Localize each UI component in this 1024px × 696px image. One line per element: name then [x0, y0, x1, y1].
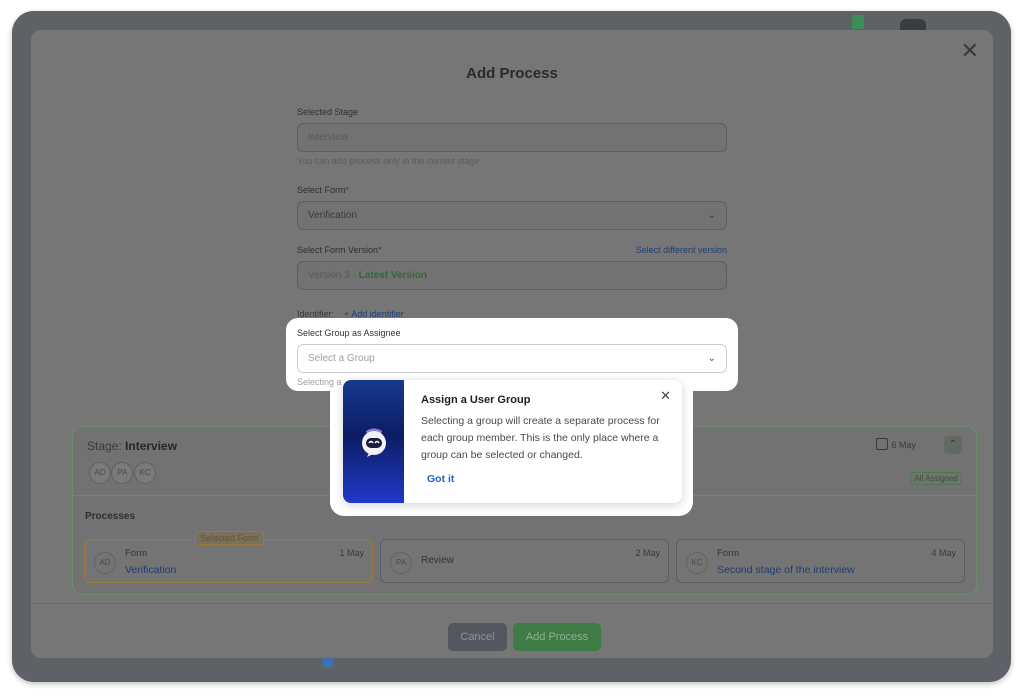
stage-title: Stage: Interview	[87, 439, 178, 453]
chevron-down-icon: ⌄	[707, 353, 716, 364]
popover-illustration	[343, 380, 404, 503]
close-icon[interactable]: ✕	[961, 40, 979, 62]
modal-title: Add Process	[466, 65, 558, 82]
form-version-field: Version 3 · Latest Version	[297, 261, 727, 290]
selected-stage-field: Interview	[297, 123, 727, 152]
group-select-placeholder: Select a Group	[308, 353, 375, 364]
selected-stage-hint: You can add process only in the current …	[297, 156, 480, 166]
process-name: Second stage of the interview	[717, 564, 855, 576]
select-different-version-link[interactable]: Select different version	[636, 245, 727, 255]
avatar: KC	[133, 462, 156, 484]
processes-label: Processes	[85, 511, 136, 522]
selected-stage-label: Selected Stage	[297, 107, 359, 117]
selected-stage-value: Interview	[308, 132, 349, 143]
got-it-button[interactable]: Got it	[427, 473, 454, 485]
close-icon[interactable]: ✕	[660, 388, 671, 404]
add-process-button[interactable]: Add Process	[513, 623, 601, 651]
avatar: PA	[111, 462, 134, 484]
cancel-button[interactable]: Cancel	[448, 623, 507, 651]
group-select-dropdown[interactable]: Select a Group ⌄	[297, 344, 727, 373]
stage-avatars: AD PA KC	[89, 462, 156, 484]
robot-icon	[362, 428, 386, 457]
process-type: Form	[125, 548, 148, 559]
process-card[interactable]: KC Form Second stage of the interview 4 …	[676, 539, 965, 583]
notification-icon	[852, 15, 864, 29]
group-assignee-label: Select Group as Assignee	[297, 328, 401, 338]
process-date: 4 May	[931, 548, 956, 558]
popover-body: Selecting a group will create a separate…	[421, 415, 660, 461]
status-badge: All Assigned	[910, 472, 962, 485]
chevron-down-icon: ⌄	[707, 210, 716, 221]
group-hint: Selecting a	[297, 377, 342, 387]
footer-divider	[31, 603, 993, 604]
form-version-label: Select Form Version*	[297, 245, 382, 255]
process-type: Form	[717, 548, 740, 559]
process-name: Verification	[125, 564, 177, 576]
latest-version-label: Latest Version	[358, 270, 427, 281]
stage-date: 6 May	[876, 438, 916, 450]
select-form-value: Verification	[308, 210, 357, 221]
avatar: AD	[89, 462, 111, 484]
select-form-label: Select Form*	[297, 185, 350, 195]
assign-group-popover: Assign a User Group ✕ Selecting a group …	[343, 380, 682, 503]
avatar: KC	[686, 552, 708, 574]
process-date: 1 May	[339, 548, 364, 558]
process-date: 2 May	[635, 548, 660, 558]
popover-title: Assign a User Group	[421, 394, 531, 406]
avatar: AD	[94, 552, 116, 574]
process-name: Review	[421, 555, 454, 566]
select-form-dropdown[interactable]: Verification ⌄	[297, 201, 727, 230]
calendar-icon	[876, 438, 889, 450]
chevron-up-icon[interactable]: ⌃	[944, 436, 962, 454]
selected-form-tag: Selected Form	[195, 531, 264, 545]
process-card[interactable]: Selected Form AD Form Verification 1 May	[84, 531, 373, 583]
avatar: PA	[390, 552, 412, 574]
process-card[interactable]: PA Review 2 May	[380, 539, 669, 583]
